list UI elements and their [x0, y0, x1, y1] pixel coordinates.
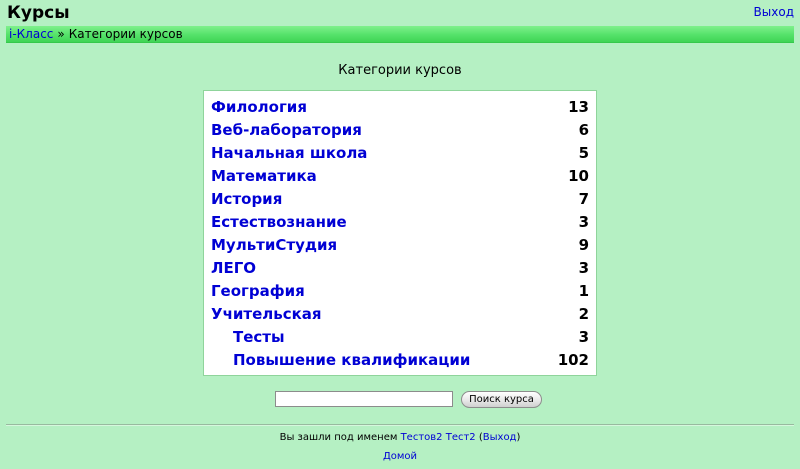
logout-link[interactable]: Выход [754, 5, 794, 19]
footer-logout-link[interactable]: Выход [483, 432, 517, 443]
category-count: 10 [568, 167, 589, 185]
subcategory-row: Повышение квалификации 102 [211, 349, 589, 372]
subcategory-link[interactable]: Тесты [211, 328, 285, 346]
footer-logout-close: ) [516, 432, 521, 443]
category-link[interactable]: МультиСтудия [211, 236, 337, 254]
category-row: Учительская 2 [211, 303, 589, 326]
category-count: 1 [578, 282, 589, 300]
breadcrumb-home-link[interactable]: i-Класс [9, 27, 53, 41]
category-link[interactable]: Начальная школа [211, 144, 367, 162]
category-row: Математика 10 [211, 165, 589, 188]
category-count: 3 [578, 328, 589, 346]
category-link[interactable]: Математика [211, 167, 317, 185]
category-link[interactable]: ЛЕГО [211, 259, 256, 277]
category-row: МультиСтудия 9 [211, 234, 589, 257]
category-count: 3 [578, 213, 589, 231]
category-row: Естествознание 3 [211, 211, 589, 234]
course-search-input[interactable] [275, 391, 453, 407]
category-count: 2 [578, 305, 589, 323]
category-count: 6 [578, 121, 589, 139]
course-search-form: Поиск курса [275, 391, 542, 409]
user-profile-link[interactable]: Тестов2 Тест2 [401, 432, 476, 443]
breadcrumb: i-Класс » Категории курсов [6, 26, 794, 43]
home-link[interactable]: Домой [383, 451, 417, 462]
category-count: 3 [578, 259, 589, 277]
category-row: География 1 [211, 280, 589, 303]
category-count: 9 [578, 236, 589, 254]
category-link[interactable]: Веб-лаборатория [211, 121, 362, 139]
subcategory-row: Тесты 3 [211, 326, 589, 349]
category-list: Филология 13 Веб-лаборатория 6 Начальная… [203, 90, 597, 376]
category-row: ЛЕГО 3 [211, 257, 589, 280]
login-info-prefix: Вы зашли под именем [279, 432, 398, 443]
category-row: Филология 13 [211, 96, 589, 119]
category-row: История 7 [211, 188, 589, 211]
category-row: Веб-лаборатория 6 [211, 119, 589, 142]
section-title: Категории курсов [338, 63, 462, 78]
subcategory-link[interactable]: Повышение квалификации [211, 351, 470, 369]
page-title: Курсы [7, 3, 70, 23]
category-count: 5 [578, 144, 589, 162]
home-link-wrap: Домой [0, 450, 800, 463]
category-link[interactable]: Учительская [211, 305, 322, 323]
category-link[interactable]: История [211, 190, 282, 208]
course-search-button[interactable]: Поиск курса [461, 391, 542, 408]
breadcrumb-separator: » [57, 27, 65, 41]
category-count: 7 [578, 190, 589, 208]
category-count: 102 [557, 351, 589, 369]
category-row: Начальная школа 5 [211, 142, 589, 165]
category-link[interactable]: Естествознание [211, 213, 347, 231]
category-link[interactable]: География [211, 282, 305, 300]
page-header: Курсы Выход [0, 0, 800, 26]
breadcrumb-current: Категории курсов [68, 27, 183, 41]
category-link[interactable]: Филология [211, 98, 307, 116]
footer-divider [6, 424, 794, 426]
login-info: Вы зашли под именем Тестов2 Тест2 (Выход… [0, 431, 800, 444]
category-count: 13 [568, 98, 589, 116]
